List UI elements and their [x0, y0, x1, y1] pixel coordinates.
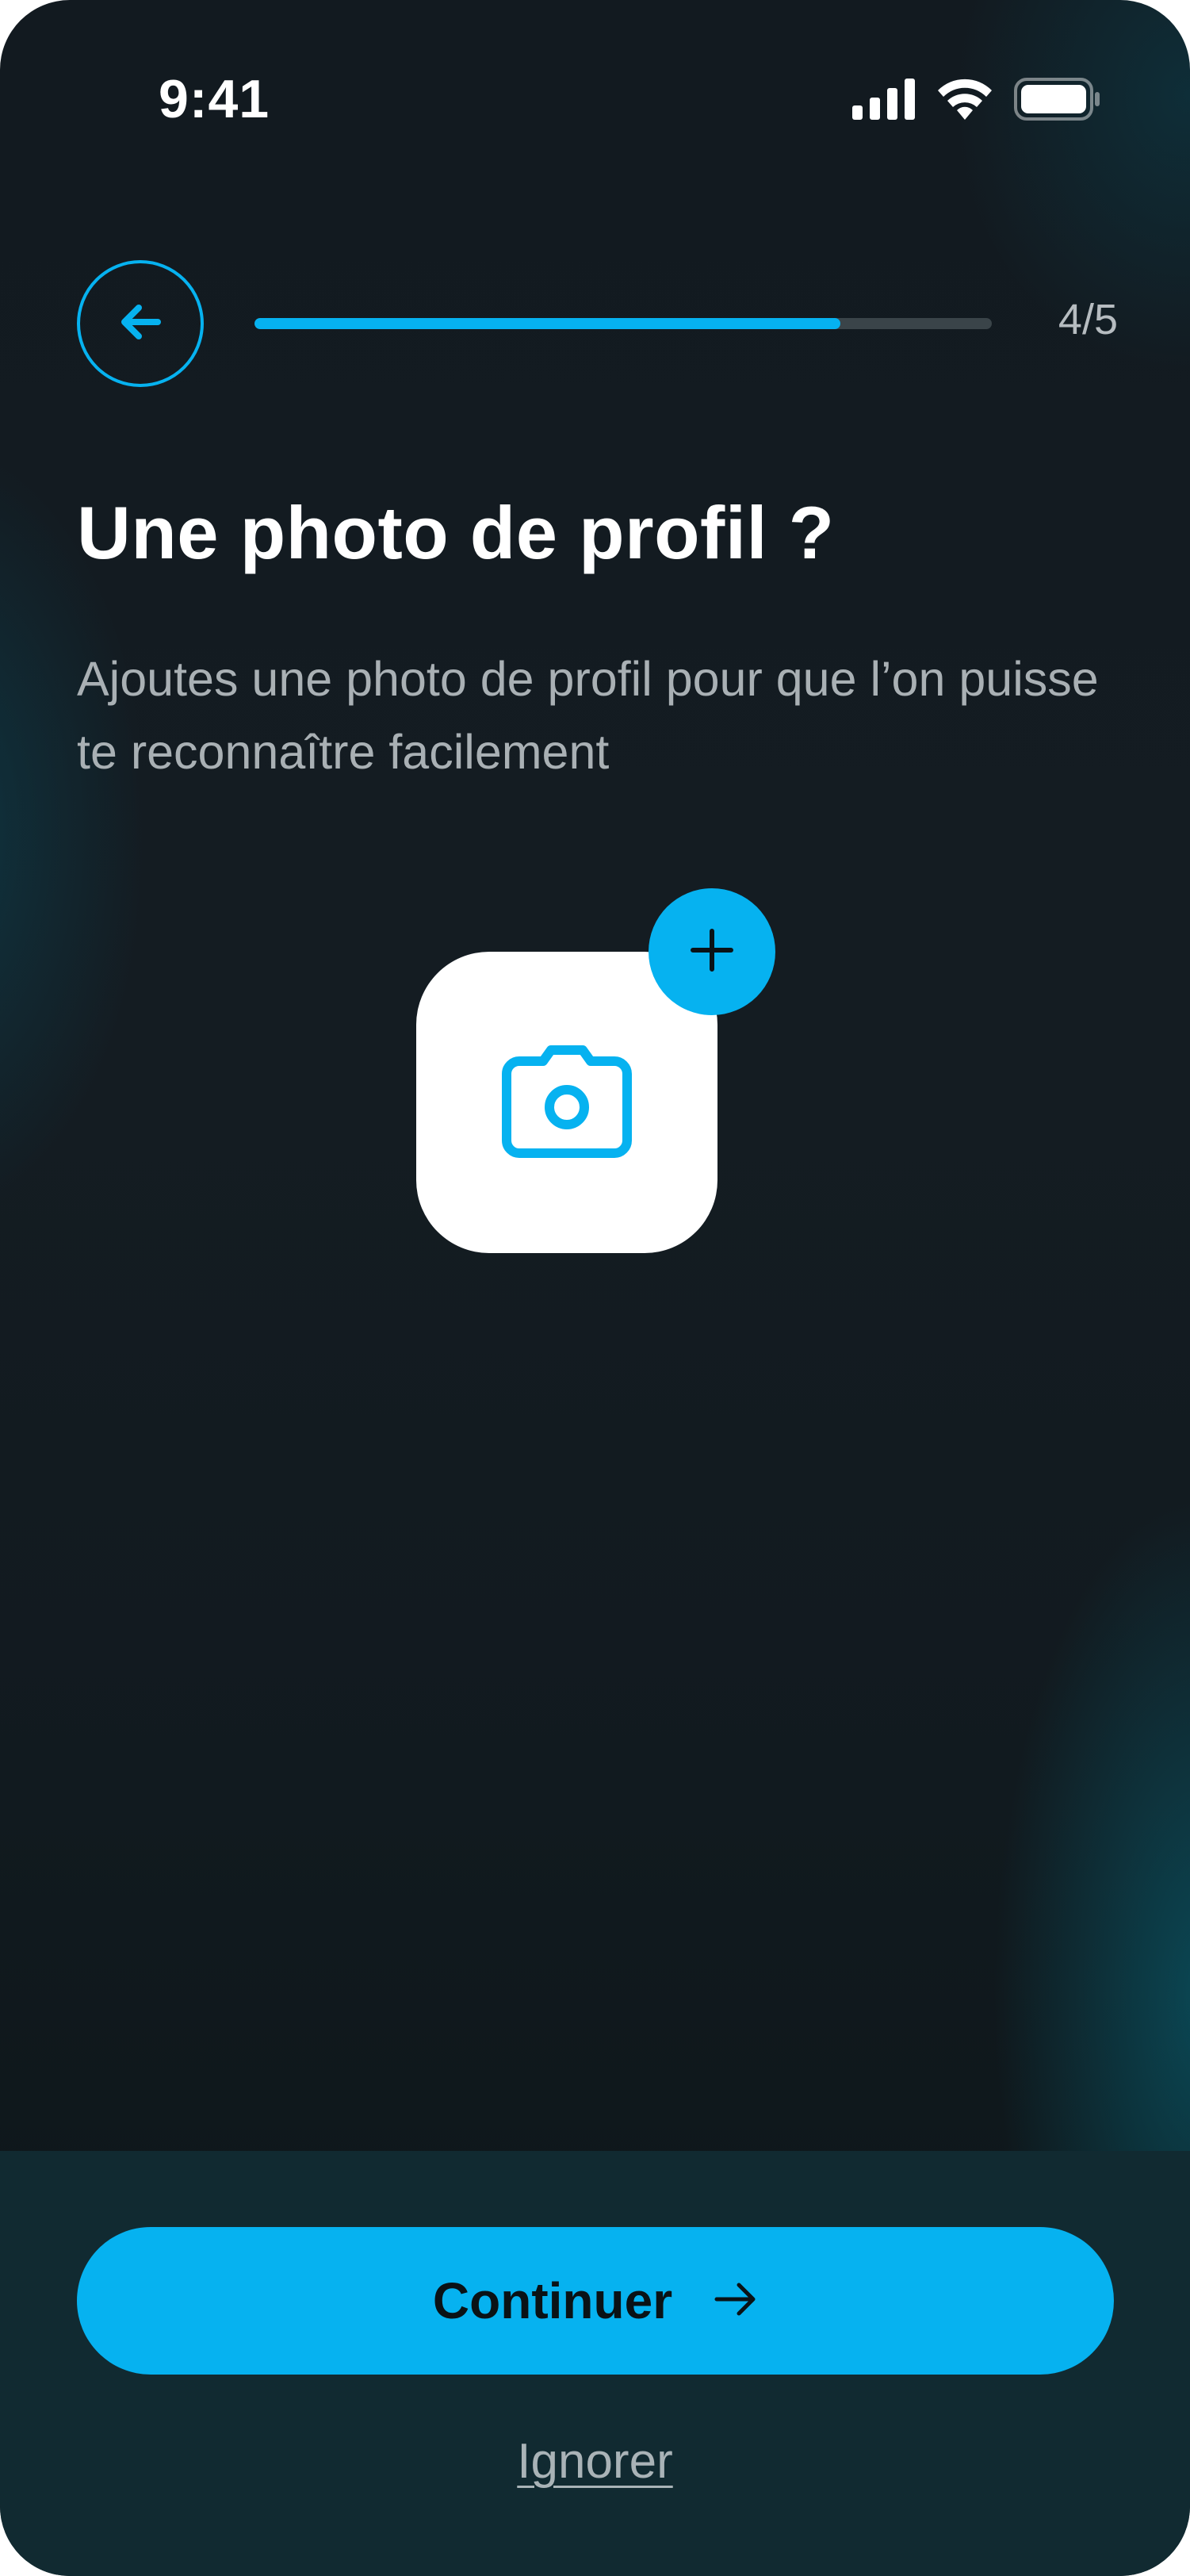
plus-icon — [690, 928, 734, 976]
status-time: 9:41 — [159, 69, 270, 129]
signal-icon — [852, 79, 916, 124]
page-subtitle: Ajoutes une photo de profil pour que l’o… — [77, 652, 1099, 779]
camera-icon — [502, 1044, 632, 1162]
continue-button[interactable]: Continuer — [77, 2227, 1114, 2375]
back-button[interactable] — [77, 260, 204, 387]
progress-bar — [254, 318, 992, 329]
battery-icon — [1014, 78, 1101, 125]
progress-bar-fill — [254, 318, 841, 329]
wifi-icon — [936, 79, 993, 124]
arrow-right-icon — [714, 2282, 758, 2321]
step-counter: 4/5 — [1058, 296, 1118, 343]
add-photo-button[interactable] — [649, 888, 775, 1015]
skip-link[interactable]: Ignorer — [0, 2433, 1190, 2490]
arrow-left-icon — [118, 303, 163, 345]
continue-label: Continuer — [432, 2272, 673, 2329]
phone-screen: 9:41 4/5 Une photo de profil ? Ajoutes u… — [0, 0, 1190, 2576]
page-title: Une photo de profil ? — [77, 491, 835, 574]
status-icons — [852, 78, 1101, 125]
